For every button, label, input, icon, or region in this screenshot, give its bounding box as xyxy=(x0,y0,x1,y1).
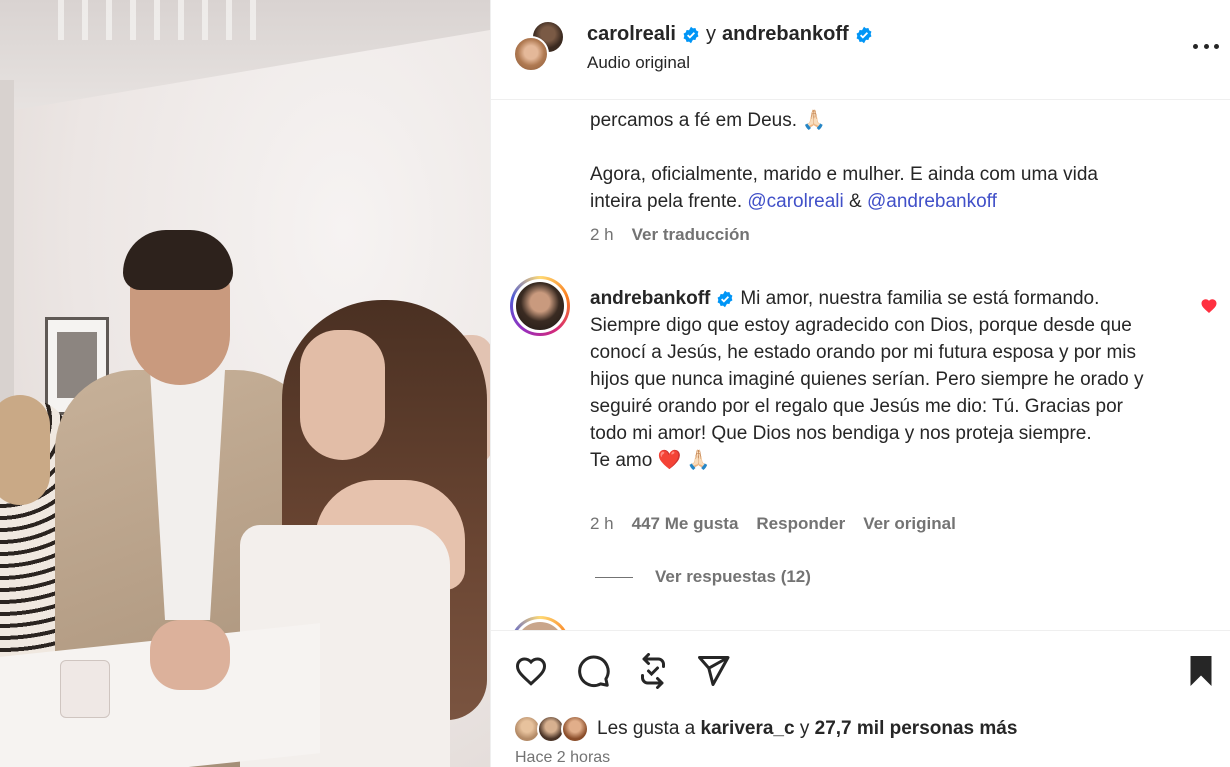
comment-username[interactable]: andrebankoff xyxy=(590,288,710,309)
heart-icon[interactable] xyxy=(513,653,549,689)
likes-others-link[interactable]: 27,7 mil personas más xyxy=(815,718,1018,740)
bookmark-icon[interactable] xyxy=(1183,653,1219,689)
audio-link[interactable]: Audio original xyxy=(587,53,690,73)
view-original-link[interactable]: Ver original xyxy=(863,514,956,534)
author-avatars[interactable] xyxy=(513,20,565,72)
caption-line-3: inteira pela frente. @carolreali & @andr… xyxy=(590,188,1190,215)
post-actions: Les gusta a karivera_c y 27,7 mil person… xyxy=(491,630,1230,767)
likes-connector: y xyxy=(799,718,810,739)
caption-meta: 2 h Ver traducción xyxy=(590,225,750,245)
likes-summary: Les gusta a karivera_c y 27,7 mil person… xyxy=(513,715,1017,743)
mention-carolreali[interactable]: @carolreali xyxy=(747,191,843,212)
next-comment-avatar[interactable] xyxy=(510,616,570,630)
pray-emoji: 🙏🏻 xyxy=(802,110,826,131)
post-header: carolreali y andrebankoff Audio original xyxy=(491,0,1230,100)
photo-groom-hair xyxy=(123,230,233,290)
comments-section[interactable]: percamos a fé em Deus. 🙏🏻 Agora, oficial… xyxy=(491,101,1230,630)
view-replies-button[interactable]: Ver respuestas (12) xyxy=(595,567,811,587)
comment-icon[interactable] xyxy=(575,653,611,689)
comment-time: 2 h xyxy=(590,514,614,533)
author-names: carolreali y andrebankoff xyxy=(587,23,873,46)
photo-guest-left-head xyxy=(0,395,50,505)
caption-line-1: percamos a fé em Deus. 🙏🏻 xyxy=(590,107,1190,134)
reply-button[interactable]: Responder xyxy=(756,514,845,534)
caption-line-1-text: percamos a fé em Deus. xyxy=(590,110,797,131)
verified-icon xyxy=(856,26,872,43)
avatar-user1[interactable] xyxy=(513,36,549,72)
photo-ring-box xyxy=(60,660,110,718)
caption-amp: & xyxy=(849,191,862,212)
repost-icon[interactable] xyxy=(635,653,671,689)
verified-icon xyxy=(683,26,699,43)
share-icon[interactable] xyxy=(695,653,731,689)
comment-liked-heart-icon[interactable] xyxy=(1200,297,1218,315)
caption-time: 2 h xyxy=(590,225,614,244)
verified-icon xyxy=(717,290,733,308)
mention-andrebankoff[interactable]: @andrebankoff xyxy=(867,191,997,212)
comment-text: Mi amor, nuestra familia se está formand… xyxy=(590,288,1144,444)
caption: percamos a fé em Deus. 🙏🏻 Agora, oficial… xyxy=(590,107,1190,215)
author-connector: y xyxy=(705,23,716,45)
photo-bride-face xyxy=(300,330,385,460)
likers-avatars[interactable] xyxy=(513,715,589,743)
caption-line-3-text: inteira pela frente. xyxy=(590,191,743,212)
comment-likes-link[interactable]: 447 Me gusta xyxy=(632,514,739,534)
likes-prefix: Les gusta a xyxy=(597,718,696,739)
comment-meta: 2 h 447 Me gusta Responder Ver original xyxy=(590,514,956,534)
post-photo[interactable] xyxy=(0,0,490,767)
author-1-link[interactable]: carolreali xyxy=(587,23,676,46)
photo-chandelier xyxy=(40,0,260,40)
more-options-icon[interactable] xyxy=(1193,36,1219,56)
photo-hands xyxy=(150,620,230,690)
view-replies-label: Ver respuestas (12) xyxy=(655,567,811,586)
post-panel: carolreali y andrebankoff Audio original… xyxy=(490,0,1230,767)
author-2-link[interactable]: andrebankoff xyxy=(722,23,849,46)
replies-divider xyxy=(595,576,633,578)
translate-link[interactable]: Ver traducción xyxy=(632,225,750,245)
comment-avatar[interactable] xyxy=(510,276,570,336)
comment-body: andrebankoff Mi amor, nuestra familia se … xyxy=(590,285,1165,474)
post-timestamp: Hace 2 horas xyxy=(515,749,611,766)
comment-closing: Te amo ❤️ 🙏🏻 xyxy=(590,450,711,471)
liker-username[interactable]: karivera_c xyxy=(701,718,795,740)
caption-line-2: Agora, oficialmente, marido e mulher. E … xyxy=(590,164,1098,185)
